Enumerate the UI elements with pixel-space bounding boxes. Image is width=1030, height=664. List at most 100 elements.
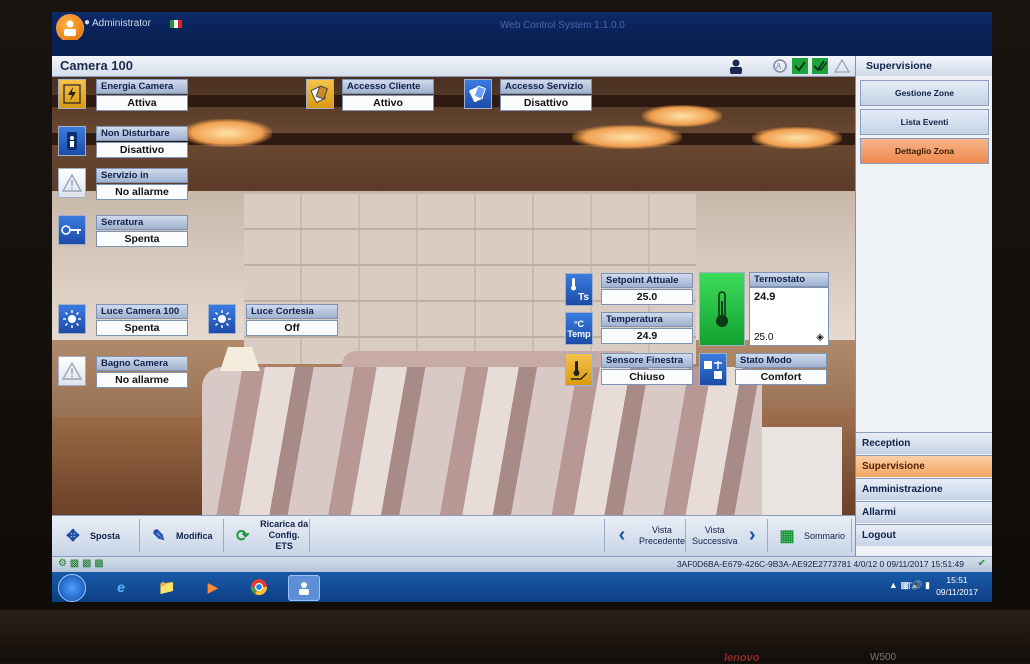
double-check-icon[interactable] xyxy=(812,58,828,74)
zone-header: Camera 100 A xyxy=(52,56,855,77)
non-disturbare-value[interactable]: Disattivo xyxy=(96,142,188,158)
servizio-value[interactable]: No allarme xyxy=(96,184,188,200)
sommario-button[interactable]: ▦ Sommario xyxy=(770,519,852,552)
status-ok-icon: ✔ xyxy=(977,558,986,569)
bagno-value[interactable]: No allarme xyxy=(96,372,188,388)
courtesy-light-bulb-icon[interactable] xyxy=(208,304,236,334)
energia-value[interactable]: Attiva xyxy=(96,95,188,111)
svg-text:A: A xyxy=(776,62,782,71)
ceiling-light xyxy=(182,119,272,147)
accesso-cliente-value[interactable]: Attivo xyxy=(342,95,434,111)
bottom-toolbar: ✥ Sposta ✎ Modifica ⟳ Ricarica da Config… xyxy=(52,515,855,556)
check-icon[interactable] xyxy=(792,58,808,74)
client-access-keycard-icon[interactable] xyxy=(306,79,334,109)
ricarica-label-2: Config. ETS xyxy=(268,530,300,551)
vista-precedente-button[interactable]: ‹ Vista Precedente xyxy=(604,519,686,552)
temperatura-label: Temperatura xyxy=(601,312,693,327)
clock-time: 15:51 xyxy=(946,575,968,585)
status-text: 3AF0D6BA-E679-426C-9B3A-AE92E2773781 4/0… xyxy=(676,559,964,569)
accesso-servizio-value[interactable]: Disattivo xyxy=(500,95,592,111)
nav-logout[interactable]: Logout xyxy=(856,524,992,546)
nav-supervisione[interactable]: Supervisione xyxy=(856,455,992,477)
nav-reception[interactable]: Reception xyxy=(856,432,992,454)
lock-key-icon[interactable] xyxy=(58,215,86,245)
luce-cortesia-value[interactable]: Off xyxy=(246,320,338,336)
move-arrows-icon: ✥ xyxy=(66,527,80,545)
nav-amministrazione[interactable]: Amministrazione xyxy=(856,478,992,500)
right-panel: Supervisione Gestione Zone Lista Eventi … xyxy=(855,56,992,556)
laptop-brand: lenovo xyxy=(724,652,760,664)
start-button-icon[interactable] xyxy=(58,574,86,602)
ceiling-light xyxy=(642,105,722,127)
ceiling-light xyxy=(752,127,842,149)
stato-modo-value[interactable]: Comfort xyxy=(735,369,827,385)
setpoint-label: Setpoint Attuale xyxy=(601,273,693,288)
sensore-value[interactable]: Chiuso xyxy=(601,369,693,385)
setpoint-icon-text: Ts xyxy=(578,292,589,303)
adjust-diamond-icon[interactable]: ◈ xyxy=(816,332,824,343)
setpoint-value[interactable]: 25.0 xyxy=(601,289,693,305)
non-disturbare-label: Non Disturbare xyxy=(96,126,188,141)
page-title: Camera 100 xyxy=(60,58,133,73)
user-label: Administrator xyxy=(92,18,151,29)
termostato-setpoint: 25.0 xyxy=(754,332,774,343)
temperatura-value[interactable]: 24.9 xyxy=(601,328,693,344)
bathroom-warning-icon[interactable] xyxy=(58,356,86,386)
windows-taskbar: e 📁 ▶ IT ▲ ▩ 🔊 ▮ 15:51 09/11/2017 xyxy=(52,572,992,602)
gestione-zone-button[interactable]: Gestione Zone xyxy=(860,80,989,106)
media-player-icon[interactable]: ▶ xyxy=(198,575,228,599)
serratura-label: Serratura xyxy=(96,215,188,230)
mode-icon[interactable] xyxy=(699,353,727,386)
ricarica-button[interactable]: ⟳ Ricarica da Config. ETS xyxy=(226,519,310,552)
vista-succ-label-2: Successiva xyxy=(692,535,738,546)
temperature-icon[interactable]: °C Temp xyxy=(565,312,593,345)
vista-prec-label-1: Vista xyxy=(652,524,672,535)
tray-icons[interactable]: ▲ ▩ 🔊 ▮ xyxy=(889,580,930,591)
warning-icon[interactable] xyxy=(833,58,851,74)
thermostat-thermometer-icon[interactable] xyxy=(699,272,745,346)
do-not-disturb-icon[interactable] xyxy=(58,126,86,156)
sposta-button[interactable]: ✥ Sposta xyxy=(56,519,140,552)
energy-lightning-icon[interactable] xyxy=(58,79,86,109)
lista-eventi-button[interactable]: Lista Eventi xyxy=(860,109,989,135)
servizio-label: Servizio in xyxy=(96,168,188,183)
nav-allarmi[interactable]: Allarmi xyxy=(856,501,992,523)
ceiling-light xyxy=(572,125,682,149)
app-taskbar-icon[interactable] xyxy=(288,575,320,601)
app-logo-icon[interactable] xyxy=(56,14,84,42)
sommario-label: Sommario xyxy=(804,530,846,541)
bagno-label: Bagno Camera xyxy=(96,356,188,371)
bed xyxy=(202,367,762,517)
room-light-bulb-icon[interactable] xyxy=(58,304,86,334)
service-warning-icon[interactable] xyxy=(58,168,86,198)
serratura-value[interactable]: Spenta xyxy=(96,231,188,247)
termostato-value: 24.9 xyxy=(754,291,776,303)
termostato-label: Termostato xyxy=(749,272,829,287)
modifica-button[interactable]: ✎ Modifica xyxy=(142,519,224,552)
luce-camera-value[interactable]: Spenta xyxy=(96,320,188,336)
accesso-servizio-label: Accesso Servizio xyxy=(500,79,592,94)
dettaglio-zona-button[interactable]: Dettaglio Zona xyxy=(860,138,989,164)
termostato-panel[interactable]: 24.9 25.0 ◈ xyxy=(749,287,829,346)
title-bar: ● Administrator Web Control System 1.1.0… xyxy=(52,12,992,42)
internet-explorer-icon[interactable]: e xyxy=(106,575,136,599)
window-sensor-icon[interactable] xyxy=(565,353,593,386)
energia-label: Energia Camera xyxy=(96,79,188,94)
vista-successiva-button[interactable]: Vista Successiva › xyxy=(686,519,768,552)
italy-flag-icon[interactable] xyxy=(170,20,182,28)
chrome-icon[interactable] xyxy=(244,575,274,599)
taskbar-clock[interactable]: 15:51 09/11/2017 xyxy=(936,574,978,598)
status-icons: ⚙ ▩ ▩ ▩ xyxy=(58,558,104,569)
file-explorer-icon[interactable]: 📁 xyxy=(152,575,182,599)
modifica-label: Modifica xyxy=(176,530,213,541)
accesso-cliente-label: Accesso Cliente xyxy=(342,79,434,94)
person-icon[interactable] xyxy=(728,58,744,74)
reload-icon: ⟳ xyxy=(235,527,250,545)
laptop-model: W500 xyxy=(870,652,897,663)
chevron-right-icon: › xyxy=(748,524,756,546)
service-access-keycard-icon[interactable] xyxy=(464,79,492,109)
user-icon: ● xyxy=(84,17,91,28)
setpoint-icon[interactable]: Ts xyxy=(565,273,593,306)
auto-icon[interactable]: A xyxy=(772,58,788,74)
ricarica-label-1: Ricarica da xyxy=(260,519,309,529)
